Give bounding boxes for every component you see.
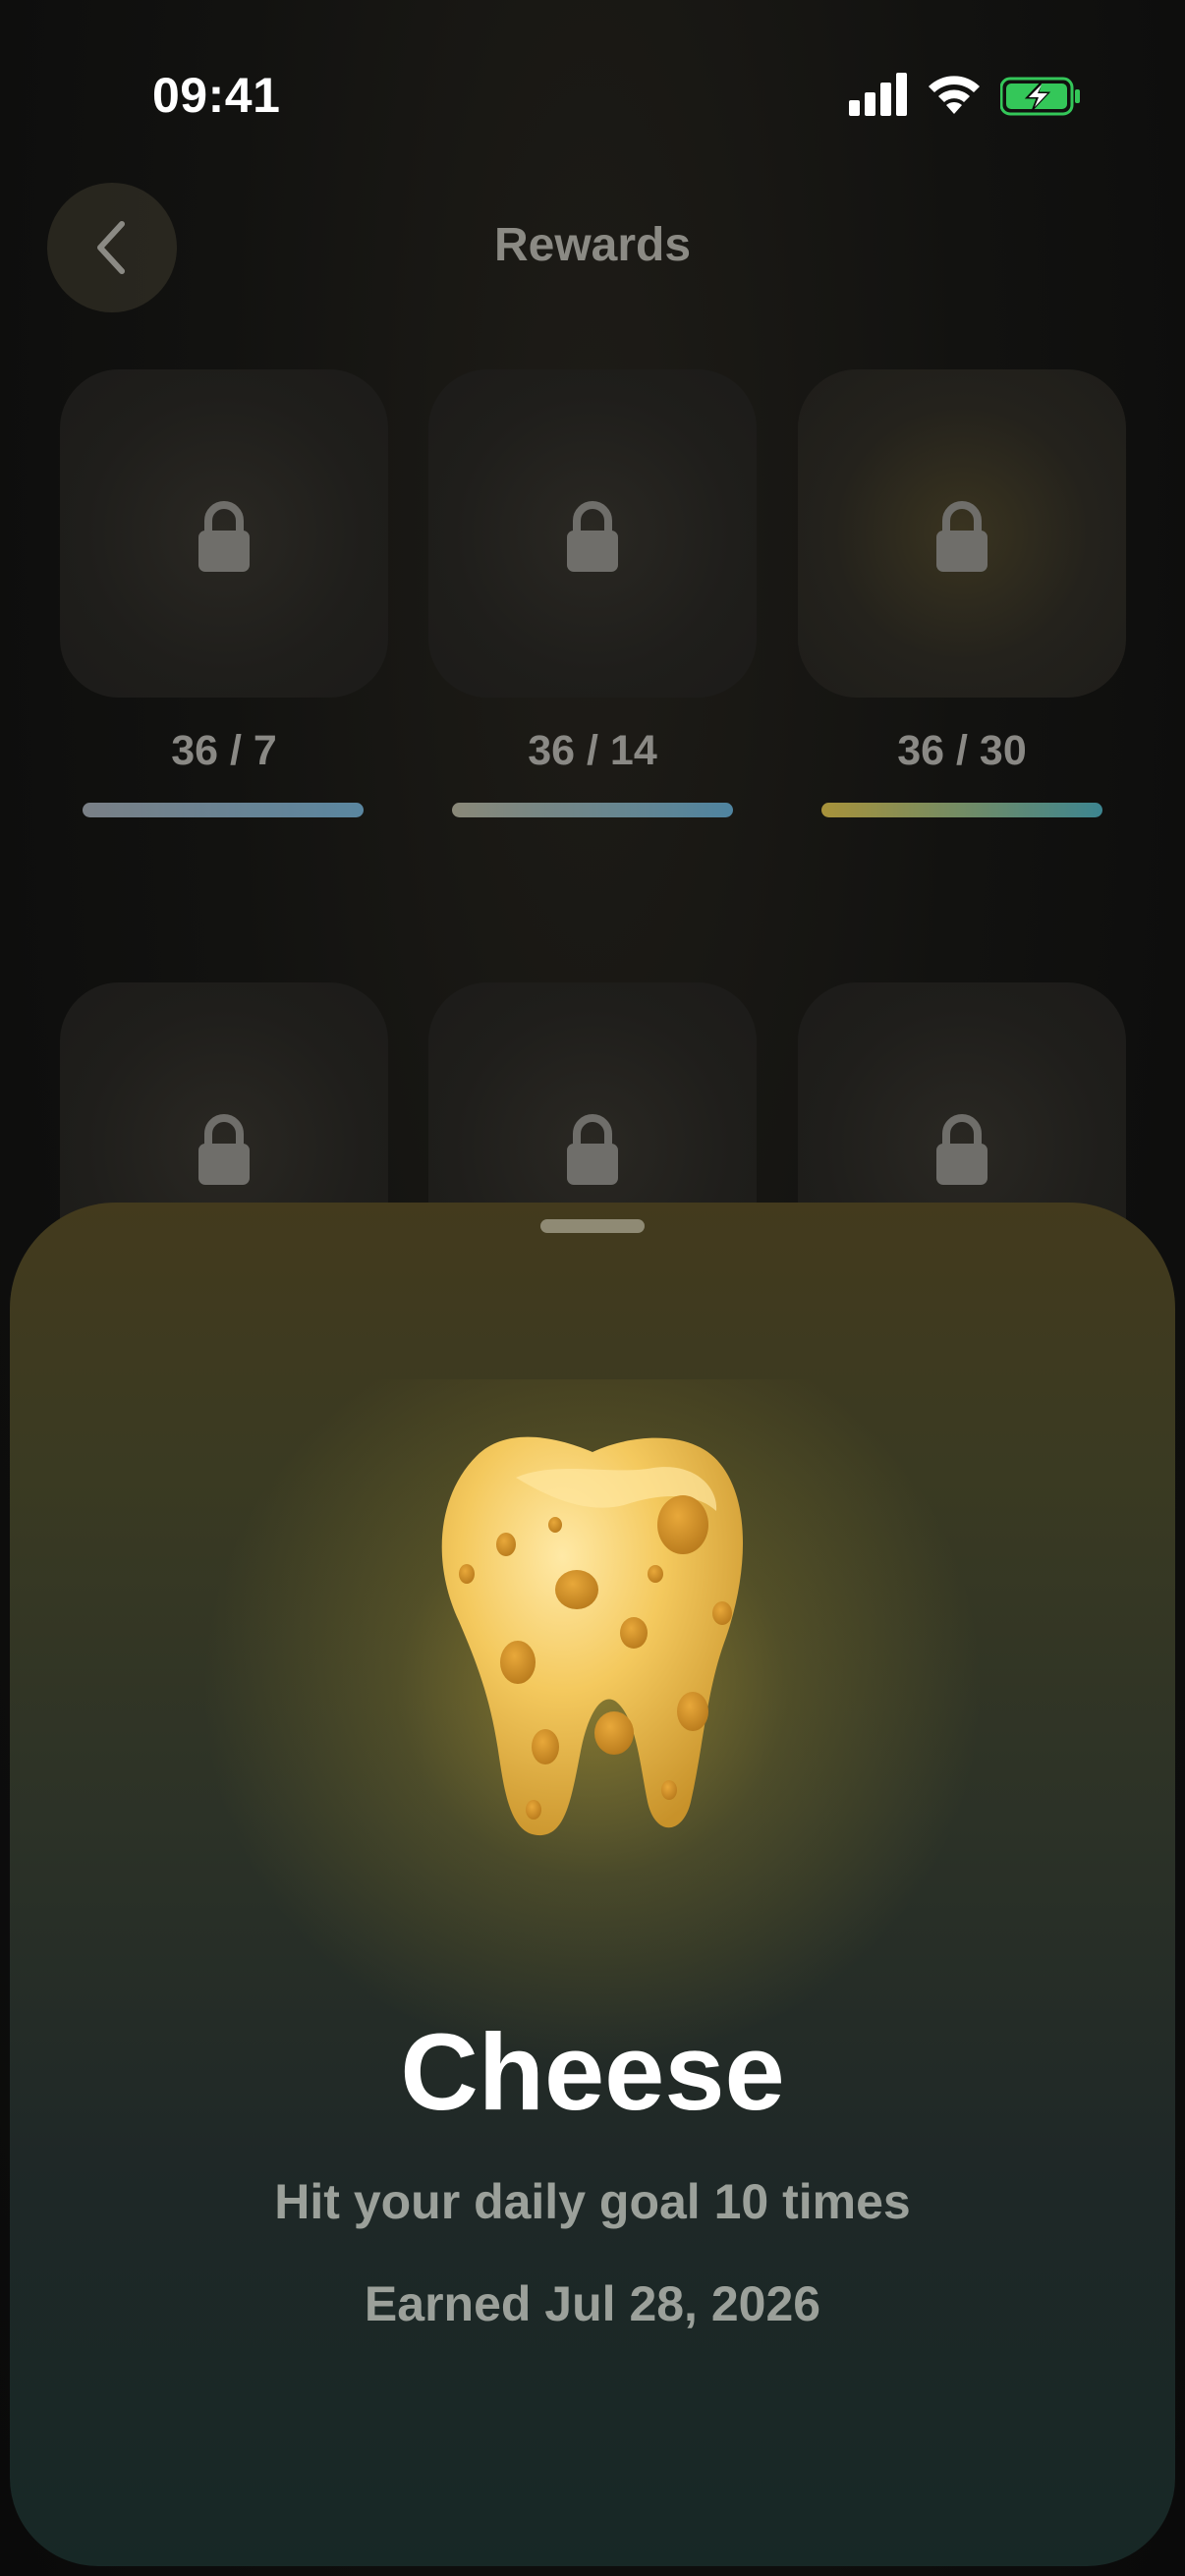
cheese-tooth-icon [441, 1436, 744, 1836]
rewards-screen: 09:41 Rewards 36 / 7 36 / 14 36 / 30 Che… [0, 0, 1185, 2576]
status-time: 09:41 [152, 68, 281, 123]
reward-detail-sheet[interactable]: Cheese Hit your daily goal 10 times Earn… [10, 1203, 1175, 2566]
lock-icon [198, 501, 250, 572]
reward-progress-label: 36 / 30 [897, 727, 1027, 774]
battery-charging-icon [1000, 77, 1080, 116]
wifi-icon [929, 76, 980, 114]
reward-progress-bar [83, 803, 364, 817]
cellular-signal-icon [849, 73, 907, 116]
reward-title: Cheese [400, 2012, 785, 2133]
status-bar: 09:41 [0, 0, 1185, 187]
lock-icon [198, 1114, 250, 1185]
reward-progress-bar [452, 803, 733, 817]
page-title: Rewards [493, 219, 692, 271]
lock-icon [936, 1114, 988, 1185]
reward-earned-date: Earned Jul 28, 2026 [364, 2276, 821, 2331]
lock-icon [567, 1114, 618, 1185]
reward-card-1[interactable] [60, 369, 388, 698]
reward-progress-label: 36 / 7 [171, 727, 277, 774]
reward-card-3[interactable] [798, 369, 1126, 698]
lock-icon [936, 501, 988, 572]
reward-progress-label: 36 / 14 [528, 727, 657, 774]
reward-card-2[interactable] [428, 369, 757, 698]
reward-progress-bar [821, 803, 1102, 817]
lock-icon [567, 501, 618, 572]
sheet-drag-handle[interactable] [540, 1219, 645, 1233]
reward-description: Hit your daily goal 10 times [274, 2174, 911, 2229]
